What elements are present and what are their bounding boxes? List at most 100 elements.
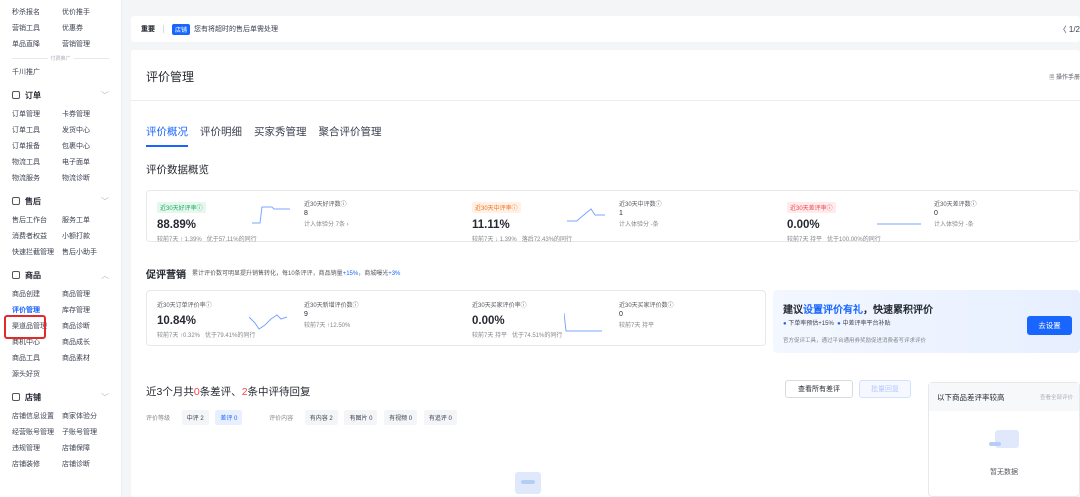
filter-chip-has-followup[interactable]: 有追评 0	[423, 410, 457, 425]
sidebar-item[interactable]: 商品素材	[62, 353, 112, 363]
sidebar-item[interactable]: 店铺装修	[12, 459, 62, 469]
stat-order-review-rate[interactable]: 近30天订单评价率ⓘ 10.84% 较前7天 ↑0.32% 优于79.41%的同…	[157, 291, 297, 345]
filter-chip-bad[interactable]: 差评 0	[215, 410, 243, 425]
sidebar-item[interactable]: 子账号管理	[62, 427, 112, 437]
sidebar-row[interactable]: 快速拦截管理 售后小助手	[0, 244, 121, 260]
sidebar: 秒杀报名 优价推手 营销工具 优惠券 单品直降 营销管理 付费推广 千川推广 订单 ﹀ …	[0, 0, 122, 497]
sidebar-item-label[interactable]: 千川推广	[12, 67, 62, 77]
stat-bad-count[interactable]: 近30天差评数ⓘ 0 计入体验分 -条	[934, 191, 1074, 241]
sidebar-item[interactable]: 商家体验分	[62, 411, 112, 421]
view-all-bad-reviews-button[interactable]: 查看所有差评	[785, 380, 853, 398]
tab-overview[interactable]: 评价概况	[146, 124, 188, 147]
sidebar-item[interactable]: 服务工单	[62, 215, 112, 225]
sidebar-group-order[interactable]: 订单 ﹀	[0, 84, 121, 106]
sidebar-row[interactable]: 物流工具 电子面单	[0, 154, 121, 170]
sidebar-row[interactable]: 店铺装修 店铺诊断	[0, 456, 121, 472]
sidebar-item[interactable]: 商品工具	[12, 353, 62, 363]
sidebar-row[interactable]: 消费者权益 小额打款	[0, 228, 121, 244]
sidebar-row[interactable]: 单品直降 营销管理	[0, 36, 121, 52]
sidebar-row[interactable]: 订单工具 发货中心	[0, 122, 121, 138]
sidebar-row[interactable]: 营销工具 优惠券	[0, 20, 121, 36]
chip-label: 中评 2	[186, 416, 204, 422]
stat-sub[interactable]: 计入体验分 7条 ›	[304, 219, 454, 228]
sidebar-item[interactable]: 快速拦截管理	[12, 247, 62, 257]
sidebar-item[interactable]: 店铺保障	[62, 443, 112, 453]
sidebar-item[interactable]: 营销工具	[12, 23, 62, 33]
sidebar-row[interactable]: 物流服务 物流诊断	[0, 170, 121, 186]
sidebar-item[interactable]: 库存管理	[62, 305, 112, 315]
sidebar-item[interactable]: 订单管理	[12, 109, 62, 119]
sidebar-item[interactable]: 商品管理	[62, 289, 112, 299]
go-setup-button[interactable]: 去设置	[1027, 316, 1072, 335]
sidebar-row[interactable]: 售后工作台 服务工单	[0, 212, 121, 228]
sidebar-item[interactable]: 电子面单	[62, 157, 112, 167]
stat-new-review-count[interactable]: 近30天新增评价数ⓘ 9 较前7天 ↑12.50%	[304, 291, 454, 345]
batch-reply-button[interactable]: 批量回复	[859, 380, 911, 398]
filter-chip-has-video[interactable]: 有视频 0	[384, 410, 418, 425]
sidebar-item[interactable]: 订单工具	[12, 125, 62, 135]
stat-good-count[interactable]: 近30天好评数ⓘ 8 计入体验分 7条 ›	[304, 191, 454, 241]
sidebar-row[interactable]: 店铺信息设置 商家体验分	[0, 408, 121, 424]
stat-mid-rate[interactable]: 近30天中评率ⓘ 11.11% 较前7天 ↓ 1.39% 落后72.43%的同行	[472, 191, 612, 243]
stat-peer-compare: 落后72.43%的同行	[521, 237, 573, 243]
sidebar-row[interactable]: 秒杀报名 优价推手	[0, 4, 121, 20]
sidebar-item[interactable]: 商品诊断	[62, 321, 112, 331]
sidebar-item-review-management[interactable]: 评价管理	[12, 305, 62, 315]
sidebar-group-aftersale[interactable]: 售后 ﹀	[0, 190, 121, 212]
tab-aggregate[interactable]: 聚合评价管理	[319, 124, 382, 147]
sidebar-item[interactable]: 商品创建	[12, 289, 62, 299]
stat-buyer-review-rate[interactable]: 近30天买家评价率ⓘ 0.00% 较前7天 持平 优于74.51%的同行	[472, 291, 612, 345]
stat-value: 9	[304, 311, 308, 318]
tab-detail[interactable]: 评价明细	[200, 124, 242, 147]
sidebar-item[interactable]: 小额打款	[62, 231, 112, 241]
sidebar-item-qianchuan[interactable]: 千川推广	[0, 64, 121, 80]
divider	[131, 100, 1080, 101]
sidebar-item[interactable]: 物流服务	[12, 173, 62, 183]
tab-buyer-show[interactable]: 买家秀管理	[254, 124, 307, 147]
tab-bar: 评价概况 评价明细 买家秀管理 聚合评价管理	[146, 124, 394, 147]
sidebar-item[interactable]: 消费者权益	[12, 231, 62, 241]
sidebar-item[interactable]: 售后小助手	[62, 247, 112, 257]
sidebar-item[interactable]: 违规管理	[12, 443, 62, 453]
sidebar-item[interactable]: 优惠券	[62, 23, 112, 33]
sidebar-item[interactable]: 秒杀报名	[12, 7, 62, 17]
stat-good-rate[interactable]: 近30天好评率ⓘ 88.89% 较前7天 ↑ 1.39% 优于57.11%的同行	[157, 191, 297, 243]
sidebar-row[interactable]: 订单报备 包裹中心	[0, 138, 121, 154]
notice-pager[interactable]: 〈 1/2	[1059, 24, 1080, 35]
sidebar-item[interactable]: 物流诊断	[62, 173, 112, 183]
stat-bad-rate[interactable]: 近30天差评率ⓘ 0.00% 较前7天 持平 优于100.00%的同行	[787, 191, 927, 243]
sidebar-item[interactable]: 包裹中心	[62, 141, 112, 151]
sidebar-row[interactable]: 源头好货	[0, 366, 121, 382]
sidebar-item[interactable]: 优价推手	[62, 7, 112, 17]
filter-chip-mid[interactable]: 中评 2	[181, 410, 209, 425]
sidebar-row[interactable]: 订单管理 卡券管理	[0, 106, 121, 122]
sidebar-item[interactable]: 经营账号管理	[12, 427, 62, 437]
sidebar-item[interactable]: 单品直降	[12, 39, 62, 49]
sidebar-item[interactable]: 售后工作台	[12, 215, 62, 225]
product-icon	[12, 271, 20, 279]
sidebar-item[interactable]: 商品成长	[62, 337, 112, 347]
filter-chip-has-content[interactable]: 有内容 2	[304, 410, 338, 425]
help-manual-link[interactable]: 🗎 操作手册	[1050, 72, 1080, 83]
sidebar-item[interactable]: 营销管理	[62, 39, 112, 49]
stat-label: 近30天好评数ⓘ	[304, 202, 347, 208]
sidebar-row[interactable]: 商品工具 商品素材	[0, 350, 121, 366]
sidebar-row[interactable]: 违规管理 店铺保障	[0, 440, 121, 456]
sidebar-row[interactable]: 经营账号管理 子账号管理	[0, 424, 121, 440]
sidebar-item[interactable]: 店铺诊断	[62, 459, 112, 469]
sidebar-group-product[interactable]: 商品 ︿	[0, 264, 121, 286]
sidebar-item[interactable]: 卡券管理	[62, 109, 112, 119]
stat-label: 近30天订单评价率ⓘ	[157, 303, 212, 309]
stat-mid-count[interactable]: 近30天中评数ⓘ 1 计入体验分 -条	[619, 191, 769, 241]
notice-message[interactable]: 您有将超时的售后单需处理	[194, 24, 278, 34]
sidebar-item[interactable]: 店铺信息设置	[12, 411, 62, 421]
view-all-reviews-link[interactable]: 查看全部评价	[1040, 393, 1073, 401]
sidebar-group-shop[interactable]: 店铺 ﹀	[0, 386, 121, 408]
sidebar-item[interactable]: 物流工具	[12, 157, 62, 167]
sidebar-item[interactable]: 订单报备	[12, 141, 62, 151]
filter-chip-has-image[interactable]: 有图片 0	[344, 410, 378, 425]
stat-buyer-review-count[interactable]: 近30天买家评价数ⓘ 0 较前7天 持平	[619, 291, 759, 345]
sidebar-row[interactable]: 商品创建 商品管理	[0, 286, 121, 302]
sidebar-item[interactable]: 发货中心	[62, 125, 112, 135]
sidebar-item[interactable]: 源头好货	[12, 369, 62, 379]
